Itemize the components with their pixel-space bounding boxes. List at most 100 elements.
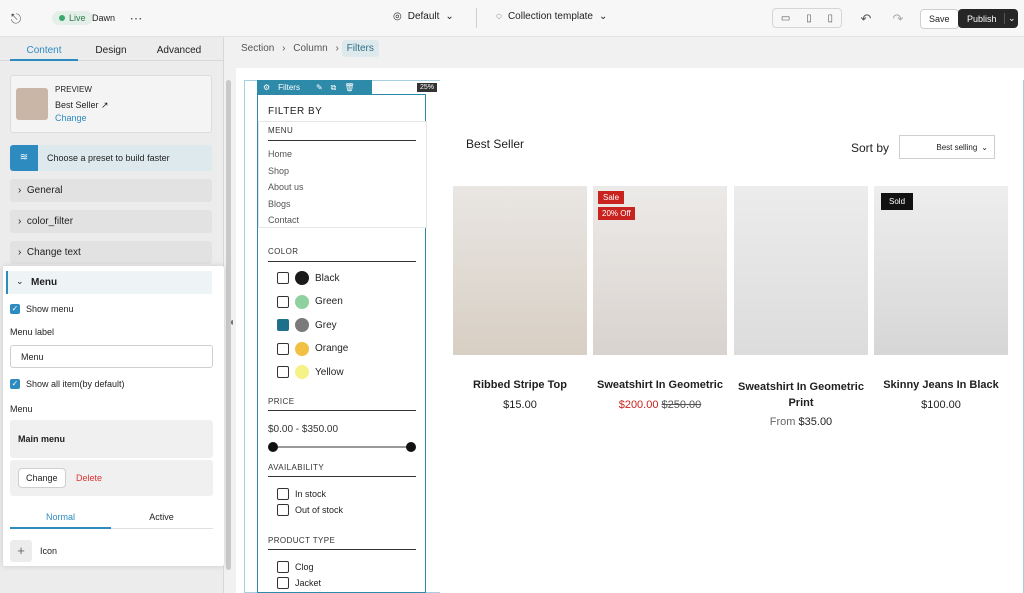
tab-content[interactable]: Content — [10, 45, 78, 56]
breadcrumb-column[interactable]: Column — [288, 40, 332, 57]
chevron-right-icon: › — [282, 43, 286, 54]
product-name[interactable]: Skinny Jeans In Black — [874, 379, 1008, 391]
trash-icon[interactable]: 🗑 — [344, 83, 354, 92]
divider — [268, 410, 416, 411]
accordion-color-filter[interactable]: › color_filter — [10, 210, 212, 233]
exit-icon[interactable]: ⎋ — [8, 0, 24, 37]
sale-badge: Sale — [598, 191, 625, 204]
tab-design[interactable]: Design — [80, 45, 142, 56]
change-button[interactable]: Change — [18, 468, 66, 488]
accordion-general[interactable]: › General — [10, 179, 212, 202]
price-range-text: $0.00 - $350.00 — [268, 424, 339, 435]
product-name[interactable]: Sweatshirt In Geometric — [593, 379, 727, 391]
discount-badge: 20% Off — [598, 207, 635, 220]
color-option-green[interactable]: Green — [277, 294, 348, 309]
product-image-4[interactable] — [874, 186, 1008, 355]
template-icon: ◌ — [496, 11, 502, 22]
menu-item-contact[interactable]: Contact — [268, 212, 304, 229]
swatch-orange — [295, 341, 309, 356]
product-type-clog[interactable]: Clog — [277, 561, 321, 573]
chevron-down-icon: ⌄ — [445, 11, 454, 22]
color-option-yellow[interactable]: Yellow — [277, 365, 348, 379]
filter-menu-block[interactable]: MENU Home Shop About us Blogs Contact — [259, 122, 426, 227]
checkbox-checked-icon: ✓ — [10, 304, 20, 314]
product-price-group: $200.00 $250.00 — [593, 399, 727, 411]
availability-in-stock[interactable]: In stock — [277, 488, 343, 500]
divider — [268, 261, 416, 262]
menu-item-home[interactable]: Home — [268, 146, 304, 163]
swatch-grey — [295, 318, 309, 332]
color-option-black[interactable]: Black — [277, 271, 348, 285]
chevron-right-icon: › — [335, 43, 339, 54]
preview-thumbnail — [16, 88, 48, 120]
show-all-checkbox[interactable]: ✓ Show all item(by default) — [10, 379, 125, 389]
chevron-right-icon: › — [18, 247, 22, 258]
menu-item-shop[interactable]: Shop — [268, 163, 304, 180]
price-slider-max-handle[interactable] — [406, 442, 416, 452]
panel-scrollbar[interactable] — [226, 80, 231, 570]
template-select[interactable]: ◌ Collection template ⌄ — [496, 11, 607, 22]
breadcrumb-filters[interactable]: Filters — [341, 40, 379, 57]
more-icon[interactable]: ⋯ — [128, 0, 144, 37]
preview-change-link[interactable]: Change — [55, 113, 87, 123]
theme-name: Dawn — [92, 13, 116, 23]
menu-accordion-header[interactable]: ⌄ Menu — [6, 271, 212, 294]
state-tabs: Normal Active — [10, 508, 213, 529]
chevron-down-icon: ⌄ — [599, 11, 608, 22]
swatch-black — [295, 271, 309, 285]
product-type-jacket[interactable]: Jacket — [277, 577, 321, 589]
checkbox — [277, 272, 289, 284]
publish-button[interactable]: Publish ⌄ — [958, 9, 1018, 28]
menu-item-about[interactable]: About us — [268, 179, 304, 196]
checkbox — [277, 295, 289, 308]
show-menu-checkbox[interactable]: ✓ Show menu — [10, 304, 74, 314]
main-menu-box: Main menu — [10, 420, 213, 458]
desktop-icon[interactable]: ▭ — [781, 13, 790, 24]
menu-label-input[interactable]: Menu — [10, 345, 213, 368]
preview-product[interactable]: Best Seller ↗ — [55, 100, 109, 111]
color-option-orange[interactable]: Orange — [277, 341, 348, 356]
product-image-1[interactable] — [453, 186, 587, 355]
theme-select[interactable]: ◎ Default ⌄ — [393, 11, 454, 22]
preset-banner[interactable]: ≋ Choose a preset to build faster — [10, 145, 212, 171]
tab-active[interactable]: Active — [111, 512, 212, 522]
color-option-grey[interactable]: Grey — [277, 318, 348, 332]
collection-title: Best Seller — [466, 137, 525, 151]
tab-normal[interactable]: Normal — [10, 512, 111, 522]
edit-icon[interactable]: ✎ — [316, 83, 323, 92]
divider — [476, 8, 477, 28]
save-button[interactable]: Save — [920, 9, 959, 29]
preview-card: PREVIEW Best Seller ↗ Change — [10, 75, 212, 133]
chevron-down-icon: ⌄ — [16, 276, 24, 286]
tablet-icon[interactable]: ▯ — [806, 13, 812, 24]
product-image-3[interactable] — [734, 186, 868, 355]
delete-button[interactable]: Delete — [76, 473, 102, 483]
duplicate-icon[interactable]: ⧉ — [331, 83, 337, 93]
divider — [268, 476, 416, 477]
globe-icon: ◎ — [393, 11, 402, 22]
product-price: $100.00 — [921, 399, 961, 411]
accordion-change-text[interactable]: › Change text — [10, 241, 212, 264]
product-name[interactable]: Sweatshirt In Geometric Print — [734, 379, 868, 411]
chevron-right-icon: › — [18, 216, 22, 227]
mobile-icon[interactable]: ▯ — [828, 13, 834, 24]
availability-out-of-stock[interactable]: Out of stock — [277, 504, 343, 516]
menu-title: Menu — [10, 404, 33, 414]
product-type-options: Clog Jacket — [277, 561, 321, 589]
sort-select[interactable]: Best selling ⌄ — [899, 135, 995, 159]
tab-advanced[interactable]: Advanced — [145, 45, 213, 56]
device-switcher: ▭ ▯ ▯ — [772, 8, 842, 28]
top-bar: ⎋ Live Dawn ⋯ ◎ Default ⌄ ◌ Collection temp… — [0, 0, 1024, 37]
chevron-down-icon[interactable]: ⌄ — [1004, 13, 1016, 24]
redo-icon[interactable]: ↷ — [890, 0, 906, 37]
icon-picker[interactable]: + Icon — [10, 540, 57, 562]
breadcrumb-section[interactable]: Section — [236, 40, 279, 57]
checkbox-checked — [277, 319, 289, 331]
checkbox — [277, 488, 289, 500]
external-link-icon: ↗ — [101, 100, 109, 110]
sort-label: Sort by — [851, 141, 890, 155]
undo-icon[interactable]: ↶ — [858, 0, 874, 37]
price-slider-min-handle[interactable] — [268, 442, 278, 452]
menu-item-blogs[interactable]: Blogs — [268, 196, 304, 213]
product-name[interactable]: Ribbed Stripe Top — [453, 379, 587, 391]
